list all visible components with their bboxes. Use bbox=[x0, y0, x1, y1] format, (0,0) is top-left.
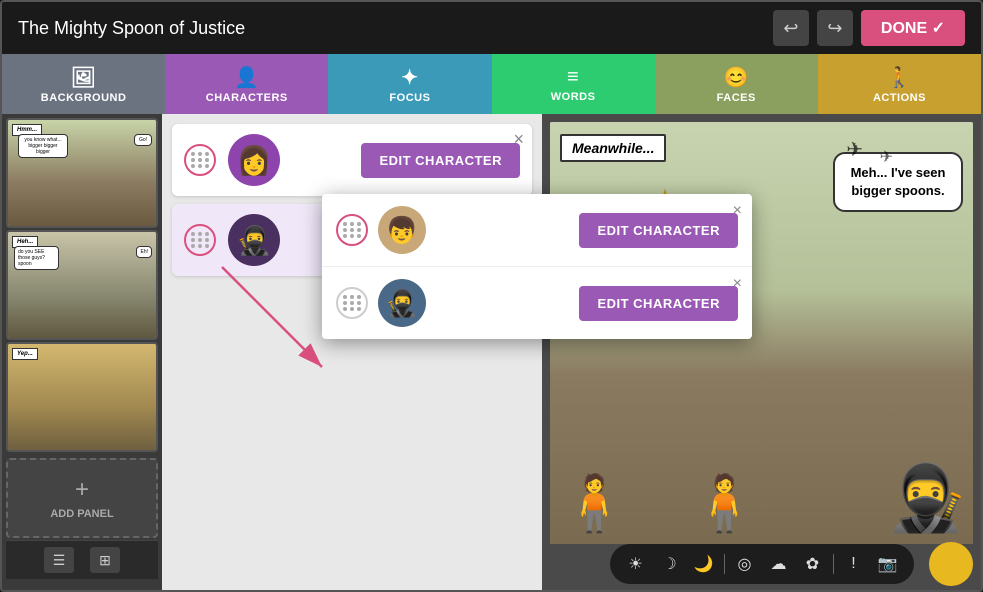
edit-character-button-1[interactable]: EDIT CHARACTER bbox=[361, 143, 520, 178]
toolbar-circle-button[interactable]: ◎ bbox=[731, 550, 759, 578]
grid-view-button[interactable]: ⊞ bbox=[90, 547, 120, 573]
figure-hero-mid: 🧍 bbox=[690, 471, 758, 536]
actions-icon: 🚶 bbox=[887, 65, 912, 90]
redo-button[interactable]: ↪ bbox=[817, 10, 853, 46]
popup-drag-handle-2[interactable] bbox=[336, 287, 368, 319]
yellow-action-button[interactable] bbox=[929, 542, 973, 586]
list-view-button[interactable]: ☰ bbox=[44, 547, 74, 573]
app-title: The Mighty Spoon of Justice bbox=[18, 18, 245, 39]
toolbar-cloud-button[interactable]: ☁ bbox=[765, 550, 793, 578]
toolbar-sun-button[interactable]: ☀ bbox=[622, 550, 650, 578]
tab-bar: 🖼 BACKGROUND 👤 CHARACTERS ✦ FOCUS ≡ WORD… bbox=[2, 54, 981, 114]
canvas-toolbar: ☀ ☽ 🌙 ◎ ☁ ✿ ! 📷 bbox=[610, 544, 914, 584]
toolbar-exclaim-button[interactable]: ! bbox=[840, 550, 868, 578]
toolbar-crescent2-button[interactable]: 🌙 bbox=[690, 550, 718, 578]
words-icon: ≡ bbox=[567, 66, 579, 89]
popup-edit-button-1[interactable]: EDIT CHARACTER bbox=[579, 213, 738, 248]
app-container: The Mighty Spoon of Justice ↩ ↪ DONE ✓ 🖼… bbox=[0, 0, 983, 592]
panel-thumb-2[interactable]: Heh... do you SEE those guys? spoon Eh! bbox=[6, 230, 158, 340]
meanwhile-banner: Meanwhile... bbox=[560, 134, 666, 162]
tab-actions-label: ActioNs bbox=[873, 92, 926, 104]
sidebar-view-toggle: ☰ ⊞ bbox=[6, 540, 158, 579]
undo-button[interactable]: ↩ bbox=[773, 10, 809, 46]
drag-dots-2 bbox=[191, 232, 210, 248]
character-avatar-2: 🥷 bbox=[228, 214, 280, 266]
popup-close-1[interactable]: × bbox=[733, 202, 742, 220]
panel-sidebar: Hmm... you know what... bigger bigger bi… bbox=[2, 114, 162, 590]
avatar-emoji-2: 🥷 bbox=[237, 224, 272, 257]
focus-icon: ✦ bbox=[401, 65, 418, 90]
figure-hero-left: 🧍 bbox=[560, 471, 628, 536]
popup-avatar-emoji-1: 👦 bbox=[386, 215, 418, 246]
panel-thumb-1[interactable]: Hmm... you know what... bigger bigger bi… bbox=[6, 118, 158, 228]
character-avatar-1: 👩 bbox=[228, 134, 280, 186]
faces-icon: 😊 bbox=[724, 65, 749, 90]
popup-drag-dots-1 bbox=[343, 222, 362, 238]
tab-focus[interactable]: ✦ FOCUS bbox=[328, 54, 491, 114]
popup-close-2[interactable]: × bbox=[733, 275, 742, 293]
panel-thumb-3[interactable]: Yep... bbox=[6, 342, 158, 452]
tab-focus-label: FOCUS bbox=[389, 92, 430, 104]
tab-words[interactable]: ≡ WORDS bbox=[492, 54, 655, 114]
header: The Mighty Spoon of Justice ↩ ↪ DONE ✓ bbox=[2, 2, 981, 54]
tab-characters-label: CHARACTERS bbox=[206, 92, 288, 104]
toolbar-divider-1 bbox=[724, 554, 725, 574]
drag-dots-1 bbox=[191, 152, 210, 168]
main-area: Hmm... you know what... bigger bigger bi… bbox=[2, 114, 981, 590]
canvas-area: Meanwhile... Hey! Do you SEE that spoon!… bbox=[542, 114, 981, 590]
character-close-button-1[interactable]: × bbox=[513, 130, 524, 148]
popup-avatar-2: 🥷 bbox=[378, 279, 426, 327]
tab-words-label: WORDS bbox=[551, 91, 596, 103]
done-button[interactable]: DONE ✓ bbox=[861, 10, 965, 46]
popup-avatar-1: 👦 bbox=[378, 206, 426, 254]
plane-2: ✈ bbox=[880, 147, 893, 167]
panel-comic-preview-2: Heh... do you SEE those guys? spoon Eh! bbox=[8, 232, 156, 338]
drag-handle-1[interactable] bbox=[184, 144, 216, 176]
tab-faces-label: FACES bbox=[717, 92, 756, 104]
character-select-popup: 👦 EDIT CHARACTER × 🥷 bbox=[322, 194, 752, 339]
avatar-emoji-1: 👩 bbox=[237, 144, 272, 177]
panel-comic-preview-1: Hmm... you know what... bigger bigger bi… bbox=[8, 120, 156, 226]
toolbar-crescent1-button[interactable]: ☽ bbox=[656, 550, 684, 578]
add-panel-icon: + bbox=[75, 476, 89, 504]
popup-avatar-emoji-2: 🥷 bbox=[386, 288, 418, 319]
tab-faces[interactable]: 😊 FACES bbox=[655, 54, 818, 114]
toolbar-divider-2 bbox=[833, 554, 834, 574]
characters-icon: 👤 bbox=[234, 65, 259, 90]
popup-edit-button-2[interactable]: EDIT CHARACTER bbox=[579, 286, 738, 321]
toolbar-camera-button[interactable]: 📷 bbox=[874, 550, 902, 578]
add-panel-label: ADD PANEL bbox=[50, 508, 113, 520]
tab-actions[interactable]: 🚶 ActioNs bbox=[818, 54, 981, 114]
popup-drag-dots-2 bbox=[343, 295, 362, 311]
figure-villain-right: 🥷 bbox=[887, 460, 968, 536]
character-item-1: 👩 EDIT CHARACTER × bbox=[172, 124, 532, 196]
toolbar-swirl-button[interactable]: ✿ bbox=[799, 550, 827, 578]
drag-handle-2[interactable] bbox=[184, 224, 216, 256]
tab-background[interactable]: 🖼 BACKGROUND bbox=[2, 54, 165, 114]
popup-drag-handle-1[interactable] bbox=[336, 214, 368, 246]
characters-panel: 👩 EDIT CHARACTER × 🥷 EDIT CHARACTER bbox=[162, 114, 542, 590]
plane-1: ✈ bbox=[846, 137, 863, 162]
background-icon: 🖼 bbox=[71, 65, 97, 90]
panel-comic-preview-3: Yep... bbox=[8, 344, 156, 450]
tab-characters[interactable]: 👤 CHARACTERS bbox=[165, 54, 328, 114]
popup-row-2: 🥷 EDIT CHARACTER × bbox=[322, 267, 752, 339]
add-panel-button[interactable]: + ADD PANEL bbox=[6, 458, 158, 538]
popup-row-1: 👦 EDIT CHARACTER × bbox=[322, 194, 752, 267]
header-actions: ↩ ↪ DONE ✓ bbox=[773, 10, 965, 46]
tab-background-label: BACKGROUND bbox=[41, 92, 127, 104]
bubble-right-text: Meh... I've seen bigger spoons. bbox=[851, 165, 946, 198]
